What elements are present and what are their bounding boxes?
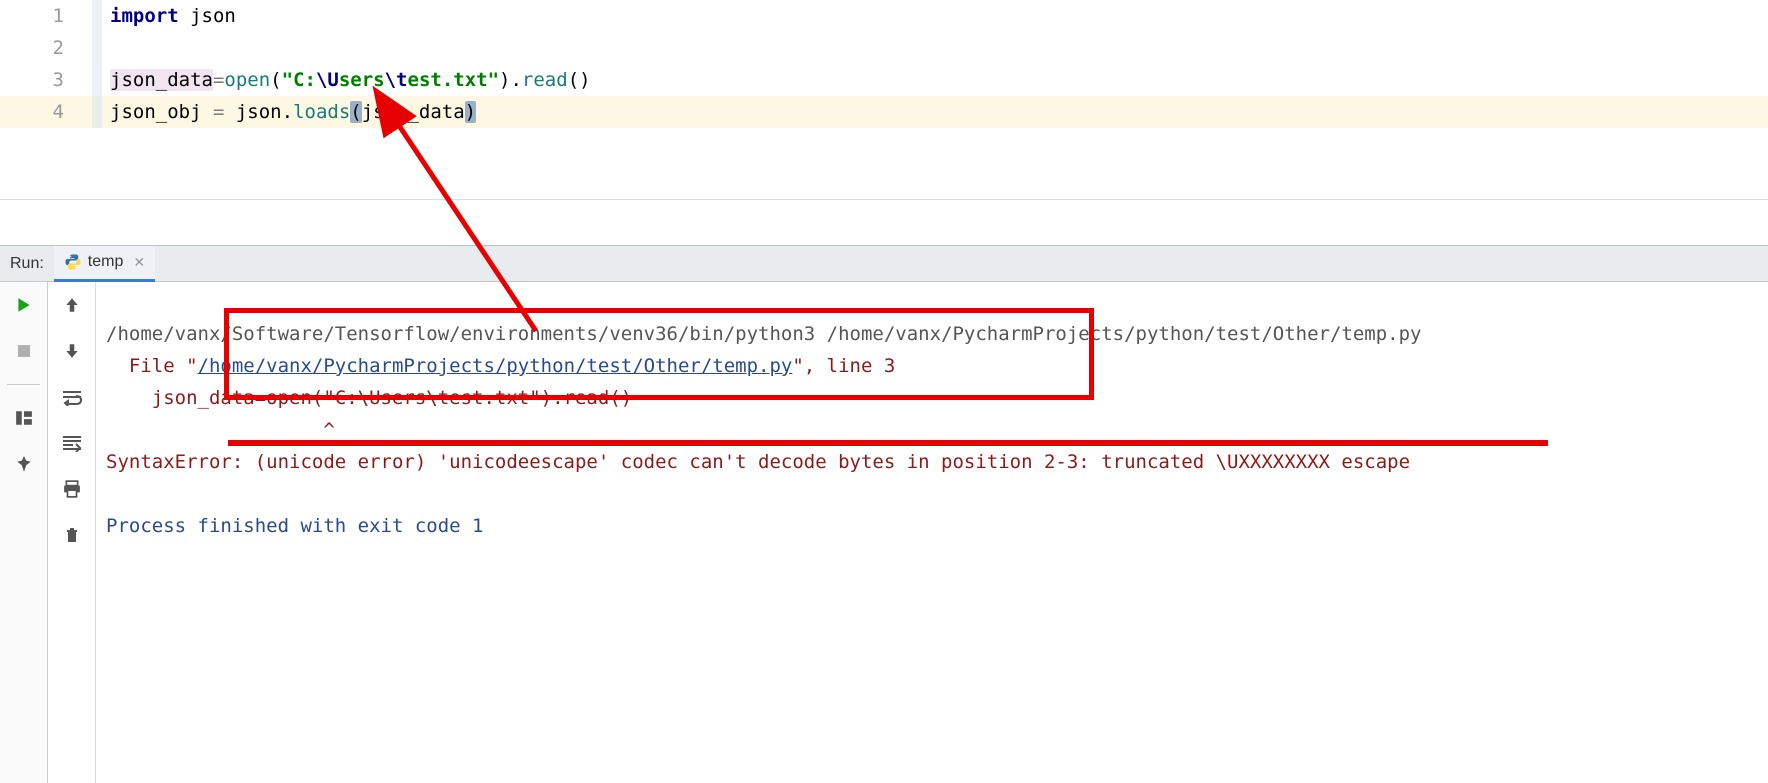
indent-guide [92, 0, 102, 32]
argument: json_data [362, 101, 465, 123]
console-output[interactable]: /home/vanx/Software/Tensorflow/environme… [96, 282, 1768, 783]
line-number: 1 [0, 5, 92, 27]
traceback-code: json_data=open("C:\Users\test.txt").read… [106, 387, 632, 409]
paren: ( [270, 69, 281, 91]
rerun-button[interactable] [11, 292, 37, 318]
operator: = [213, 101, 236, 123]
variable: json_obj [110, 101, 213, 123]
run-tool-window: Run: temp ✕ [0, 245, 1768, 783]
paren-open: ( [350, 101, 361, 123]
module-name: json [190, 5, 236, 27]
string: "C: [282, 69, 316, 91]
softwrap-button[interactable] [59, 384, 85, 410]
line-number: 4 [0, 101, 92, 123]
operator: = [213, 69, 224, 91]
layout-button[interactable] [11, 405, 37, 431]
tab-title: temp [88, 253, 124, 271]
line-number: 2 [0, 37, 92, 59]
print-button[interactable] [59, 476, 85, 502]
up-icon[interactable] [59, 292, 85, 318]
code-line-2[interactable]: 2 [0, 32, 1768, 64]
code-line-3[interactable]: 3 json_data=open("C:\Users\test.txt").re… [0, 64, 1768, 96]
run-header: Run: temp ✕ [0, 246, 1768, 282]
traceback-file: File "/home/vanx/PycharmProjects/python/… [106, 355, 895, 377]
line-content[interactable]: json_obj = json.loads(json_data) [102, 101, 1768, 123]
command-line: /home/vanx/Software/Tensorflow/environme… [106, 323, 1421, 345]
delete-button[interactable] [59, 522, 85, 548]
method-loads: loads [293, 101, 350, 123]
pin-button[interactable] [11, 451, 37, 477]
code-line-4[interactable]: 4 json_obj = json.loads(json_data) [0, 96, 1768, 128]
dot: . [510, 69, 521, 91]
code-line-1[interactable]: 1 import json [0, 0, 1768, 32]
run-label: Run: [10, 255, 44, 273]
func-open: open [224, 69, 270, 91]
indent-guide [92, 32, 102, 64]
line-content[interactable]: import json [102, 5, 1768, 27]
annotation-underline [228, 440, 1548, 446]
paren: ( [568, 69, 579, 91]
traceback-caret: ^ [106, 419, 335, 441]
stop-button[interactable] [11, 338, 37, 364]
close-icon[interactable]: ✕ [133, 254, 145, 271]
escape-seq: \t [385, 69, 408, 91]
run-tab[interactable]: temp ✕ [54, 246, 155, 282]
dot: . [282, 101, 293, 123]
string: est.txt" [408, 69, 500, 91]
down-icon[interactable] [59, 338, 85, 364]
separator [7, 384, 40, 385]
run-right-toolbar [48, 282, 96, 783]
scroll-end-button[interactable] [59, 430, 85, 456]
paren-close: ) [465, 101, 476, 123]
indent-guide [92, 64, 102, 96]
escape-seq: \U [316, 69, 339, 91]
file-link[interactable]: /home/vanx/PycharmProjects/python/test/O… [198, 355, 793, 377]
variable: json_data [110, 69, 213, 91]
line-number: 3 [0, 69, 92, 91]
module-json: json [236, 101, 282, 123]
code-editor[interactable]: 1 import json 2 3 json_data=open("C:\Use… [0, 0, 1768, 200]
line-content[interactable]: json_data=open("C:\Users\test.txt").read… [102, 69, 1768, 91]
method-read: read [522, 69, 568, 91]
python-icon [64, 253, 82, 271]
keyword-import: import [110, 5, 179, 27]
exit-status: Process finished with exit code 1 [106, 515, 484, 537]
syntax-error-line: SyntaxError: (unicode error) 'unicodeesc… [106, 451, 1410, 473]
paren: ) [579, 69, 590, 91]
paren: ) [499, 69, 510, 91]
run-left-toolbar [0, 282, 48, 783]
string: sers [339, 69, 385, 91]
run-body: /home/vanx/Software/Tensorflow/environme… [0, 282, 1768, 783]
indent-guide [92, 96, 102, 128]
